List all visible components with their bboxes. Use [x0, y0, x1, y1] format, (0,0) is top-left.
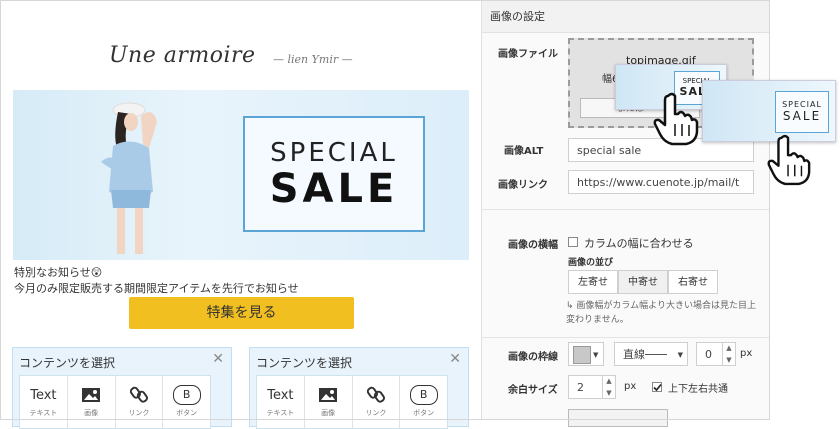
- image-tool-label: 画像: [321, 409, 336, 417]
- tool-bar: Text テキスト 画像 リンク B ボタン: [256, 375, 448, 429]
- align-right-button[interactable]: 右寄せ: [668, 270, 718, 294]
- panel-title: コンテンツを選択: [19, 356, 116, 370]
- align-note: ↳ 画像幅がカラム幅より大きい場合は見た目上変わりません。: [566, 301, 756, 325]
- more-settings-button[interactable]: [568, 409, 668, 427]
- hero-image[interactable]: SPECIAL SALE: [13, 90, 469, 260]
- panel-title: コンテンツを選択: [256, 356, 353, 370]
- image-tool[interactable]: 画像: [68, 376, 116, 428]
- sale-bottom-text: SALE: [269, 166, 399, 212]
- align-label: 画像の並び: [568, 258, 614, 268]
- text-tool[interactable]: Text テキスト: [257, 376, 305, 428]
- margin-input[interactable]: 2 ▲ ▼: [568, 375, 616, 399]
- text-icon: Text: [30, 387, 57, 403]
- notice-title: 特別なお知らせ😲: [14, 266, 103, 279]
- link-icon: [116, 382, 163, 408]
- hand-cursor-icon: [767, 134, 811, 186]
- border-width-input[interactable]: 0 ▲ ▼: [696, 342, 736, 366]
- link-input[interactable]: https://www.cuenote.jp/mail/t: [568, 170, 754, 194]
- border-color-picker[interactable]: ▼: [568, 342, 604, 366]
- text-icon: Text: [267, 387, 294, 403]
- chevron-down-icon: ▼: [677, 351, 683, 359]
- width-label: 画像の横幅: [508, 240, 558, 251]
- stepper-icon[interactable]: ▲ ▼: [722, 343, 735, 365]
- thumb-sale-top: SPECIAL: [782, 100, 822, 109]
- editor-window: Une armoire — lien Ymir — SPECIAL SALE 特…: [0, 0, 770, 429]
- thumb-sale-bottom: SALE: [782, 109, 822, 123]
- fit-column-checkbox[interactable]: [568, 237, 578, 247]
- button-tool-label: ボタン: [413, 409, 435, 417]
- line-sample-icon: [645, 354, 667, 355]
- stepper-icon[interactable]: ▲ ▼: [602, 376, 615, 398]
- image-file-label: 画像ファイル: [498, 49, 558, 60]
- divider: [482, 209, 770, 210]
- margin-label: 余白サイズ: [508, 385, 558, 396]
- link-icon: [353, 382, 400, 408]
- content-select-panel-2: コンテンツを選択 ✕ Text テキスト 画像 リンク B ボタン: [249, 347, 469, 429]
- brand-sub: — lien Ymir —: [273, 53, 353, 66]
- alt-label: 画像ALT: [504, 146, 544, 157]
- drag-thumbnail-large: SPECIAL SALE: [702, 80, 836, 142]
- button-icon: B: [400, 382, 447, 408]
- sale-banner: SPECIAL SALE: [243, 116, 425, 232]
- image-icon: [305, 382, 352, 408]
- close-icon[interactable]: ✕: [212, 351, 224, 367]
- button-icon: B: [163, 382, 210, 408]
- fit-column-label: カラムの幅に合わせる: [584, 237, 694, 250]
- link-tool-label: リンク: [365, 409, 387, 417]
- button-icon-letter: B: [172, 385, 201, 405]
- model-figure: [101, 102, 157, 254]
- all-sides-label: 上下左右共通: [668, 384, 728, 395]
- image-tool-label: 画像: [84, 409, 99, 417]
- link-tool-label: リンク: [128, 409, 150, 417]
- chevron-down-icon: ▼: [593, 351, 599, 359]
- align-center-button[interactable]: 中寄せ: [618, 270, 668, 294]
- text-tool-label: テキスト: [266, 409, 295, 417]
- settings-header: 画像の設定: [482, 1, 770, 33]
- thumbnail-sale-box: SPECIAL SALE: [775, 91, 829, 133]
- button-icon-letter: B: [409, 385, 438, 405]
- link-tool[interactable]: リンク: [116, 376, 164, 428]
- image-tool[interactable]: 画像: [305, 376, 353, 428]
- hand-cursor-icon: [653, 92, 699, 146]
- border-style-value: 直線: [623, 348, 645, 361]
- text-tool-label: テキスト: [29, 409, 58, 417]
- link-label: 画像リンク: [498, 180, 548, 191]
- text-tool[interactable]: Text テキスト: [20, 376, 68, 428]
- close-icon[interactable]: ✕: [449, 351, 461, 367]
- color-swatch: [573, 346, 591, 364]
- margin-unit: px: [624, 381, 637, 392]
- all-sides-checkbox[interactable]: [652, 382, 662, 392]
- margin-value: 2: [577, 381, 584, 394]
- border-unit: px: [740, 348, 753, 359]
- image-icon: [68, 382, 115, 408]
- tool-bar: Text テキスト 画像 リンク B ボタン: [19, 375, 211, 429]
- brand-name: Une armoire: [109, 43, 256, 68]
- border-width-value: 0: [705, 348, 712, 361]
- button-tool[interactable]: B ボタン: [163, 376, 210, 428]
- border-label: 画像の枠線: [508, 352, 558, 363]
- button-tool[interactable]: B ボタン: [400, 376, 447, 428]
- email-canvas: Une armoire — lien Ymir — SPECIAL SALE 特…: [1, 1, 481, 429]
- link-tool[interactable]: リンク: [353, 376, 401, 428]
- border-style-select[interactable]: 直線 ▼: [614, 342, 688, 366]
- sale-top-text: SPECIAL: [270, 138, 398, 168]
- content-select-panel-1: コンテンツを選択 ✕ Text テキスト 画像 リンク B ボタン: [12, 347, 232, 429]
- divider: [482, 337, 770, 338]
- align-left-button[interactable]: 左寄せ: [568, 270, 618, 294]
- notice-text: 今月のみ限定販売する期間限定アイテムを先行でお知らせ: [14, 282, 299, 295]
- button-tool-label: ボタン: [176, 409, 198, 417]
- cta-button[interactable]: 特集を見る: [129, 297, 354, 329]
